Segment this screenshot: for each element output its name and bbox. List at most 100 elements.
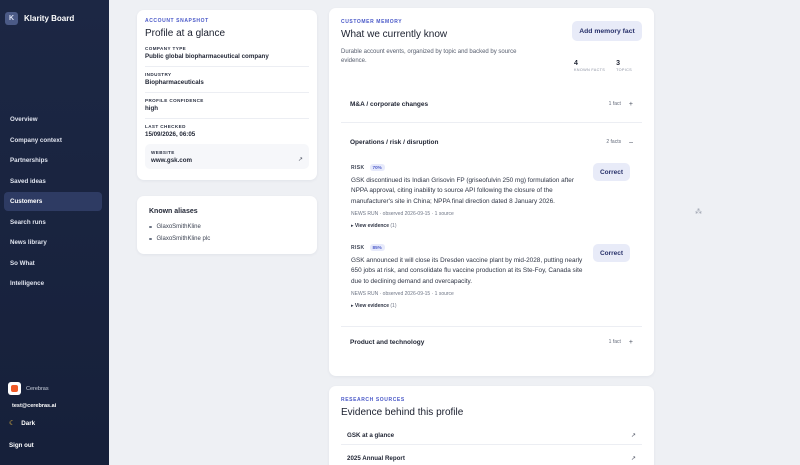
research-sources-card: RESEARCH SOURCES Evidence behind this pr… bbox=[329, 386, 654, 465]
topic-section-product: Product and technology 1 fact + bbox=[341, 332, 642, 352]
account-snapshot-card: ACCOUNT SNAPSHOT Profile at a glance COM… bbox=[137, 10, 317, 180]
divider bbox=[145, 66, 309, 67]
website-label: WEBSITE bbox=[151, 150, 175, 155]
brand[interactable]: K Klarity Board bbox=[5, 12, 74, 25]
company-type-value: Public global biopharmaceutical company bbox=[145, 53, 269, 60]
known-aliases-card: Known aliases GlaxoSmithKline GlaxoSmith… bbox=[137, 196, 317, 254]
confidence-badge: 85% bbox=[369, 244, 385, 251]
source-link[interactable]: 2025 Annual Report ↗ bbox=[341, 450, 642, 465]
org-name: Cerebras bbox=[26, 385, 49, 392]
sidebar-item-customers[interactable]: Customers bbox=[4, 192, 102, 211]
fact-category: RISK bbox=[351, 244, 365, 251]
known-facts-label: KNOWN FACTS bbox=[573, 68, 606, 72]
sign-out-button[interactable]: Sign out bbox=[9, 442, 34, 449]
snapshot-title: Profile at a glance bbox=[145, 28, 226, 39]
bullet-icon bbox=[149, 225, 152, 229]
topic-count: 2 facts bbox=[606, 139, 622, 145]
user-email: test@cerebras.ai bbox=[12, 403, 57, 409]
fact-text: GSK announced it will close its Dresden … bbox=[351, 257, 583, 285]
view-evidence-label: ▸ View evidence bbox=[351, 223, 389, 230]
memory-fact: RISK 85% GSK announced it will close its… bbox=[351, 244, 601, 309]
memory-description: Durable account events, organized by top… bbox=[341, 49, 517, 65]
alias-item: GlaxoSmithKline plc bbox=[149, 236, 305, 242]
topic-title: Product and technology bbox=[350, 338, 425, 346]
theme-toggle[interactable]: ☾ Dark bbox=[9, 419, 36, 428]
source-title: GSK at a glance bbox=[347, 432, 395, 439]
divider bbox=[341, 326, 642, 327]
known-facts-count: 4 bbox=[573, 60, 578, 67]
last-checked-value: 15/09/2026, 06:05 bbox=[145, 131, 196, 138]
industry-value: Biopharmaceuticals bbox=[145, 79, 204, 86]
expand-icon: + bbox=[628, 100, 633, 108]
topics-count: 3 bbox=[616, 60, 621, 67]
fact-meta: NEWS RUN · observed 2026-09-15 · 1 sourc… bbox=[351, 291, 454, 298]
divider bbox=[145, 118, 309, 119]
brand-name: Klarity Board bbox=[24, 14, 75, 23]
website-link[interactable]: WEBSITE www.gsk.com ↗ bbox=[145, 144, 309, 169]
sidebar-nav: Overview Company context Partnerships Sa… bbox=[4, 110, 102, 295]
company-type-label: COMPANY TYPE bbox=[145, 46, 187, 51]
topics-stat: 3 TOPICS bbox=[616, 60, 632, 72]
snapshot-eyebrow: ACCOUNT SNAPSHOT bbox=[145, 18, 209, 24]
view-evidence-toggle[interactable]: ▸ View evidence (1) bbox=[351, 223, 601, 229]
profile-confidence-value: high bbox=[145, 105, 159, 112]
sidebar-item-search-runs[interactable]: Search runs bbox=[4, 213, 102, 232]
sources-eyebrow: RESEARCH SOURCES bbox=[341, 397, 405, 403]
customer-memory-card: CUSTOMER MEMORY What we currently know D… bbox=[329, 8, 654, 376]
known-facts-stat: 4 KNOWN FACTS bbox=[574, 60, 605, 72]
topic-header-product[interactable]: Product and technology 1 fact + bbox=[341, 332, 642, 352]
topic-title: M&A / corporate changes bbox=[350, 100, 429, 108]
topic-count: 1 fact bbox=[608, 339, 621, 345]
source-title: 2025 Annual Report bbox=[347, 455, 405, 462]
org-switcher[interactable]: Cerebras bbox=[8, 382, 49, 395]
industry-label: INDUSTRY bbox=[145, 72, 172, 77]
alias-item: GlaxoSmithKline bbox=[149, 224, 305, 230]
topic-section-operations: Operations / risk / disruption 2 facts – bbox=[341, 132, 642, 152]
sidebar-item-news-library[interactable]: News library bbox=[4, 233, 102, 252]
collapse-icon: – bbox=[629, 138, 633, 146]
topic-title: Operations / risk / disruption bbox=[350, 138, 439, 146]
last-checked-label: LAST CHECKED bbox=[145, 124, 186, 129]
evidence-count: (1) bbox=[390, 303, 397, 310]
confidence-badge: 70% bbox=[369, 164, 385, 171]
divider bbox=[145, 92, 309, 93]
evidence-count: (1) bbox=[390, 223, 397, 230]
divider bbox=[341, 122, 642, 123]
view-evidence-label: ▸ View evidence bbox=[351, 303, 389, 310]
add-memory-fact-button[interactable]: Add memory fact bbox=[572, 21, 642, 41]
fact-tags: RISK 85% bbox=[351, 244, 601, 251]
moon-icon: ☾ bbox=[9, 420, 16, 427]
sidebar-item-overview[interactable]: Overview bbox=[4, 110, 102, 129]
fact-tags: RISK 70% bbox=[351, 164, 601, 171]
memory-fact: RISK 70% GSK discontinued its Indian Gri… bbox=[351, 164, 601, 229]
profile-confidence-label: PROFILE CONFIDENCE bbox=[145, 98, 204, 103]
expand-icon: + bbox=[628, 338, 633, 346]
source-link[interactable]: GSK at a glance ↗ bbox=[341, 427, 642, 445]
brand-logo-icon: K bbox=[5, 12, 18, 25]
topic-count: 1 fact bbox=[608, 101, 621, 107]
fact-category: RISK bbox=[351, 164, 365, 171]
sidebar-item-saved-ideas[interactable]: Saved ideas bbox=[4, 172, 102, 191]
external-link-icon: ↗ bbox=[297, 157, 303, 163]
memory-stats: 4 KNOWN FACTS 3 TOPICS bbox=[574, 60, 632, 72]
website-value: www.gsk.com bbox=[151, 157, 193, 164]
alias-text: GlaxoSmithKline plc bbox=[156, 236, 211, 242]
sources-title: Evidence behind this profile bbox=[341, 407, 464, 418]
correct-button[interactable]: Correct bbox=[593, 244, 630, 262]
topic-header-operations[interactable]: Operations / risk / disruption 2 facts – bbox=[341, 132, 642, 152]
topic-section-mna: M&A / corporate changes 1 fact + bbox=[341, 94, 642, 114]
topic-header-mna[interactable]: M&A / corporate changes 1 fact + bbox=[341, 94, 642, 114]
external-link-icon: ↗ bbox=[630, 456, 636, 462]
bullet-icon bbox=[149, 237, 152, 241]
fact-text: GSK discontinued its Indian Grisovin FP … bbox=[351, 177, 574, 205]
aliases-title: Known aliases bbox=[149, 208, 198, 215]
view-evidence-toggle[interactable]: ▸ View evidence (1) bbox=[351, 303, 601, 309]
external-link-icon: ↗ bbox=[630, 433, 636, 439]
correct-button[interactable]: Correct bbox=[593, 163, 630, 181]
sidebar: K Klarity Board Overview Company context… bbox=[0, 0, 109, 465]
sidebar-item-partnerships[interactable]: Partnerships bbox=[4, 151, 102, 170]
sidebar-item-company-context[interactable]: Company context bbox=[4, 131, 102, 150]
sidebar-item-intelligence[interactable]: Intelligence bbox=[4, 274, 102, 293]
theme-label: Dark bbox=[21, 419, 36, 427]
sidebar-item-so-what[interactable]: So What bbox=[4, 254, 102, 273]
